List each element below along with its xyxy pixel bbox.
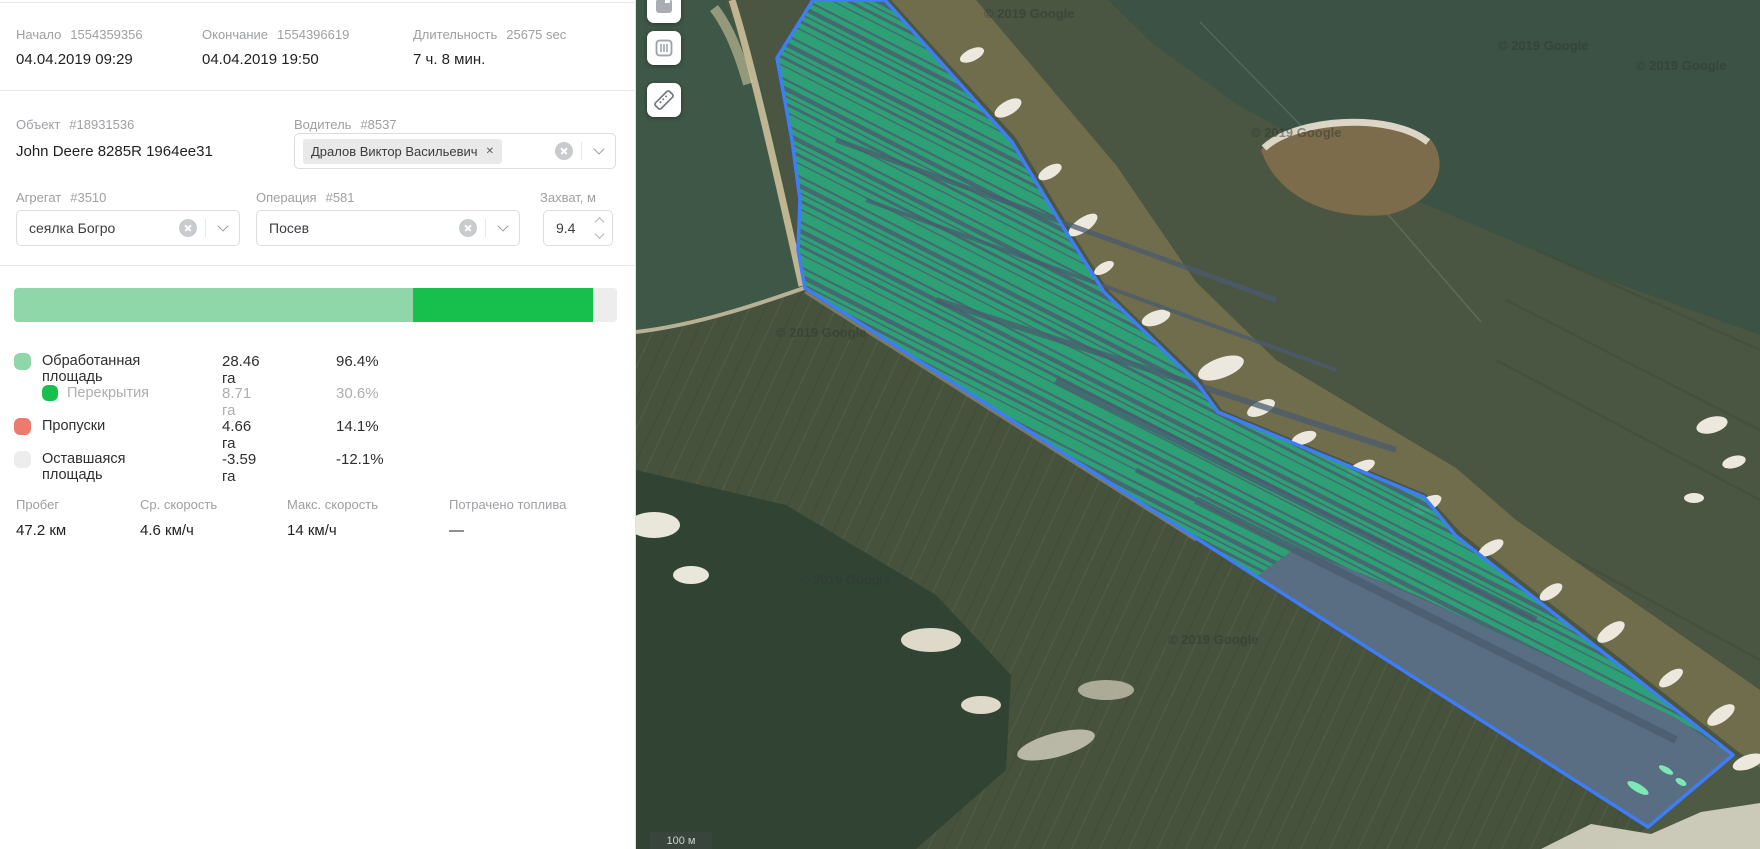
gaps-swatch <box>14 418 31 435</box>
snow-patch <box>1078 680 1134 700</box>
driver-select[interactable]: Дралов Виктор Васильевич ✕ <box>294 133 616 169</box>
trip-report-screen: Начало1554359356 Окончание1554396619 Дли… <box>0 0 1760 849</box>
mileage-label: Пробег <box>16 497 59 512</box>
divider <box>485 219 486 237</box>
ruler-icon <box>653 89 675 111</box>
svg-text:© 2019 Google: © 2019 Google <box>1498 38 1589 53</box>
clear-icon[interactable] <box>179 219 197 237</box>
width-label: Захват, м <box>540 190 596 205</box>
tag-remove-icon[interactable]: ✕ <box>486 146 494 157</box>
satellite-map[interactable]: © 2019 Google © 2019 Google © 2019 Googl… <box>636 0 1760 849</box>
divider <box>0 2 636 3</box>
divider <box>0 265 636 266</box>
fuel-value: — <box>449 522 464 539</box>
end-label: Окончание1554396619 <box>202 27 349 42</box>
divider <box>0 90 636 91</box>
trip-details-panel: Начало1554359356 Окончание1554396619 Дли… <box>0 0 636 849</box>
max-speed-value: 14 км/ч <box>287 522 337 539</box>
implement-select[interactable]: сеялка Богро <box>16 210 240 246</box>
driver-tag[interactable]: Дралов Виктор Васильевич ✕ <box>303 139 502 164</box>
coverage-progress-bar <box>14 288 617 322</box>
operation-select[interactable]: Посев <box>256 210 520 246</box>
clear-icon[interactable] <box>459 219 477 237</box>
chevron-down-icon[interactable] <box>593 143 604 154</box>
object-label: Объект#18931536 <box>16 117 134 132</box>
remaining-swatch <box>14 451 31 468</box>
avg-speed-value: 4.6 км/ч <box>140 522 194 539</box>
operation-label: Операция#581 <box>256 190 355 205</box>
divider <box>205 219 206 237</box>
start-label: Начало1554359356 <box>16 27 143 42</box>
coverage-stripes-icon <box>654 38 674 58</box>
svg-text:© 2019 Google: © 2019 Google <box>800 572 891 587</box>
max-speed-label: Макс. скорость <box>287 497 378 512</box>
svg-text:© 2019 Google: © 2019 Google <box>1636 58 1727 73</box>
chevron-down-icon[interactable] <box>217 220 228 231</box>
overlap-segment <box>413 288 593 322</box>
overlap-swatch <box>42 385 58 401</box>
svg-text:© 2019 Google: © 2019 Google <box>776 325 867 340</box>
width-input[interactable]: 9.4 <box>543 210 613 246</box>
implement-label: Агрегат#3510 <box>16 190 106 205</box>
worked-segment <box>14 288 413 322</box>
measure-button[interactable] <box>647 83 681 117</box>
divider <box>581 142 582 160</box>
svg-text:© 2019 Google: © 2019 Google <box>1168 632 1259 647</box>
snow-patch <box>901 628 961 652</box>
worked-swatch <box>14 353 31 370</box>
field-shape-icon <box>654 0 674 16</box>
map-scale-bar: 100 м <box>650 832 712 849</box>
start-value: 04.04.2019 09:29 <box>16 51 133 68</box>
fuel-label: Потрачено топлива <box>449 497 566 512</box>
chevron-down-icon[interactable] <box>497 220 508 231</box>
object-value: John Deere 8285R 1964ee31 <box>16 143 213 160</box>
map-canvas: © 2019 Google © 2019 Google © 2019 Googl… <box>636 0 1760 849</box>
field-fill-toggle-button[interactable] <box>647 0 681 23</box>
clear-icon[interactable] <box>555 142 573 160</box>
driver-label: Водитель#8537 <box>294 117 397 132</box>
avg-speed-label: Ср. скорость <box>140 497 217 512</box>
end-value: 04.04.2019 19:50 <box>202 51 319 68</box>
svg-text:© 2019 Google: © 2019 Google <box>1251 125 1342 140</box>
mileage-value: 47.2 км <box>16 522 66 539</box>
rest-segment <box>593 288 617 322</box>
duration-value: 7 ч. 8 мин. <box>413 51 485 68</box>
snow-patch <box>961 696 1001 714</box>
svg-text:© 2019 Google: © 2019 Google <box>984 6 1075 21</box>
duration-label: Длительность25675 sec <box>413 27 566 42</box>
number-stepper[interactable] <box>596 219 603 238</box>
coverage-tracks-button[interactable] <box>647 31 681 65</box>
snow-patch <box>673 566 709 584</box>
